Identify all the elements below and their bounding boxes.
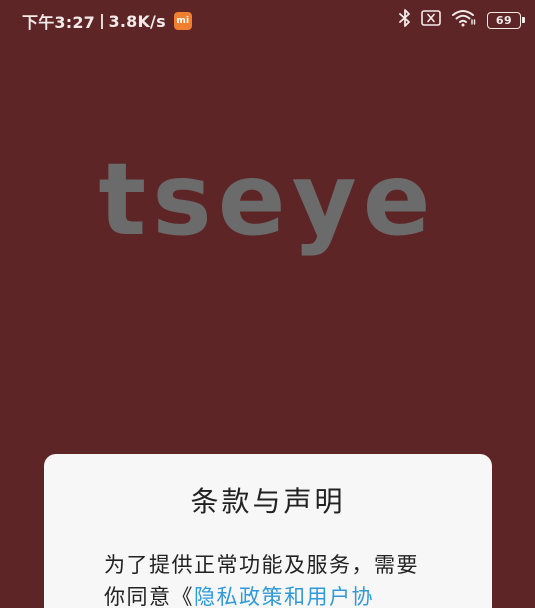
terms-dialog: 条款与声明 为了提供正常功能及服务，需要你同意《隐私政策和用户协 — [44, 454, 492, 608]
network-speed: 3.8K/s — [108, 11, 166, 31]
privacy-policy-link[interactable]: 隐私政策和用户协 — [194, 585, 374, 608]
status-bar: 下午3:27 3.8K/s mi 69 — [0, 0, 535, 40]
mi-notification-icon: mi — [173, 12, 192, 30]
battery-icon: 69 — [487, 11, 525, 29]
status-separator — [101, 13, 103, 29]
app-logo: tseye — [98, 141, 437, 258]
status-right: 69 — [399, 9, 525, 31]
dialog-title: 条款与声明 — [190, 485, 346, 518]
wifi-icon — [451, 9, 477, 31]
battery-level: 69 — [495, 13, 513, 27]
status-time: 下午3:27 — [22, 13, 95, 32]
status-left: 下午3:27 3.8K/s mi — [22, 9, 192, 33]
sim-off-icon — [421, 10, 441, 30]
bluetooth-icon — [399, 9, 411, 31]
dialog-body: 为了提供正常功能及服务，需要你同意《隐私政策和用户协 — [104, 549, 434, 608]
app-screen: 下午3:27 3.8K/s mi 69 tseye 条款与声明 为了提供正常功能… — [0, 0, 535, 608]
